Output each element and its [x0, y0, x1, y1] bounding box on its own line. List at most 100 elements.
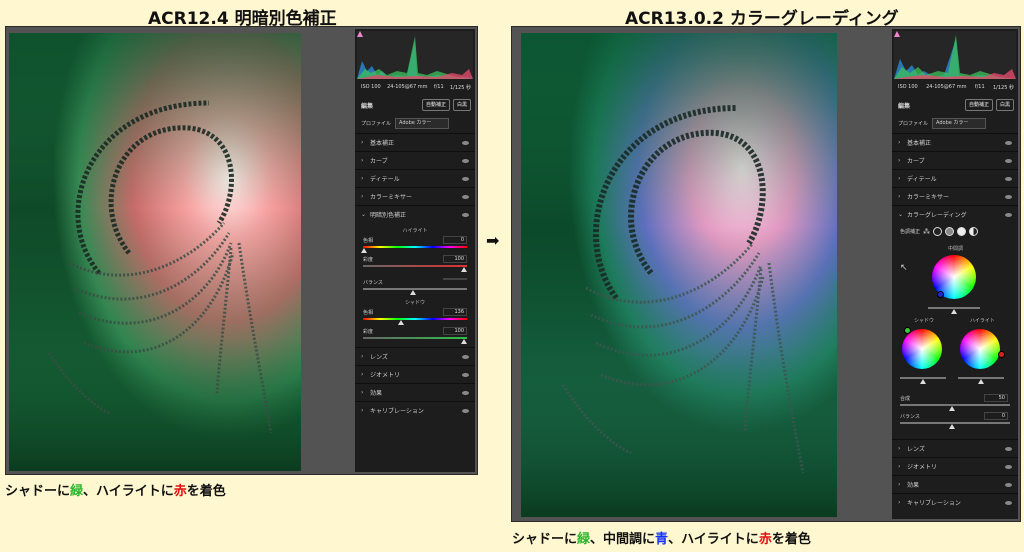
eye-icon[interactable] — [1005, 176, 1012, 181]
right-section-detail[interactable]: › ディテール — [892, 169, 1018, 187]
eye-icon[interactable] — [1005, 140, 1012, 145]
right-section-lens[interactable]: › レンズ — [892, 439, 1018, 457]
left-edit-header: 編集 自動補正 白黒 — [361, 99, 471, 111]
right-section-geometry[interactable]: › ジオメトリ — [892, 457, 1018, 475]
left-sh-sat-label: 彩度 — [363, 329, 374, 335]
highlight-mode-icon[interactable] — [957, 227, 967, 236]
shadow-mode-icon[interactable] — [933, 227, 943, 236]
left-shadow-title: シャドウ — [404, 300, 425, 306]
left-sh-hue-thumb[interactable] — [398, 320, 404, 325]
left-section-split-toning[interactable]: ⌄ 明暗別色補正 — [355, 205, 475, 223]
right-balance-value[interactable]: 0 — [984, 412, 1008, 420]
left-hl-sat-thumb[interactable] — [461, 267, 467, 272]
eye-icon[interactable] — [1005, 500, 1012, 505]
right-edit-panel: ISO 100 24-105@67 mm f/11 1/125 秒 編集 自動補… — [892, 29, 1018, 519]
shadow-color-point[interactable] — [904, 327, 911, 334]
eye-icon[interactable] — [462, 176, 469, 181]
left-section-lens[interactable]: › レンズ — [355, 347, 475, 365]
right-section-effects[interactable]: › 効果 — [892, 475, 1018, 493]
left-section-calibration[interactable]: › キャリブレーション — [355, 401, 475, 419]
left-photo — [9, 33, 301, 471]
left-section-effects[interactable]: › 効果 — [355, 383, 475, 401]
three-way-icon[interactable]: ⁂ — [923, 228, 930, 236]
left-hl-sat-value[interactable]: 100 — [443, 255, 467, 263]
left-profile-select[interactable]: Adobe カラー — [395, 118, 450, 129]
eye-icon[interactable] — [462, 354, 469, 359]
left-hl-sat-label: 彩度 — [363, 257, 374, 263]
left-hl-hue-thumb[interactable] — [361, 248, 367, 253]
left-section-detail[interactable]: › ディテール — [355, 169, 475, 187]
right-mode-row: 色調補正 ⁂ — [900, 227, 979, 236]
eye-icon[interactable] — [462, 372, 469, 377]
left-section-geometry[interactable]: › ジオメトリ — [355, 365, 475, 383]
highlight-lum-thumb[interactable] — [978, 379, 984, 384]
left-hl-hue-slider[interactable] — [363, 246, 467, 248]
cursor-icon: ↖ — [900, 263, 908, 273]
left-balance-thumb[interactable] — [410, 290, 416, 295]
left-section-curve[interactable]: › カーブ — [355, 151, 475, 169]
right-section-calibration[interactable]: › キャリブレーション — [892, 493, 1018, 511]
caption-red-word: 赤 — [173, 484, 187, 499]
highlight-color-point[interactable] — [998, 351, 1005, 358]
left-section-basic[interactable]: › 基本補正 — [355, 133, 475, 151]
eye-icon[interactable] — [462, 212, 469, 217]
shadow-lum-thumb[interactable] — [920, 379, 926, 384]
midtone-color-point[interactable] — [937, 291, 944, 298]
right-edit-header: 編集 自動補正 白黒 — [898, 99, 1014, 111]
right-midtone-label: 中間調 — [948, 246, 964, 252]
right-shadow-label: シャドウ — [914, 318, 935, 324]
right-blend-value[interactable]: 50 — [984, 394, 1008, 402]
eye-icon[interactable] — [462, 158, 469, 163]
left-balance-value[interactable] — [443, 278, 467, 280]
right-mode-label: 色調補正 — [900, 229, 921, 235]
left-hl-hue-value[interactable]: 0 — [443, 236, 467, 244]
right-balance-slider[interactable] — [900, 422, 1010, 424]
right-blend-slider[interactable] — [900, 404, 1010, 406]
eye-icon[interactable] — [1005, 212, 1012, 217]
right-profile-row: プロファイル Adobe カラー — [898, 118, 1014, 129]
highlight-color-wheel[interactable] — [960, 329, 1000, 369]
left-sh-sat-thumb[interactable] — [461, 339, 467, 344]
left-sh-sat-slider[interactable] — [363, 337, 467, 339]
caption-red-word: 赤 — [758, 532, 772, 547]
global-mode-icon[interactable] — [969, 227, 979, 236]
left-histogram — [357, 31, 473, 79]
right-blend-thumb[interactable] — [949, 406, 955, 411]
eye-icon[interactable] — [1005, 194, 1012, 199]
shadow-color-wheel[interactable] — [902, 329, 942, 369]
eye-icon[interactable] — [1005, 446, 1012, 451]
left-auto-button[interactable]: 自動補正 — [421, 99, 450, 111]
left-acr-window: ISO 100 24-105@67 mm f/11 1/125 秒 編集 自動補… — [5, 26, 478, 475]
eye-icon[interactable] — [462, 194, 469, 199]
right-section-basic[interactable]: › 基本補正 — [892, 133, 1018, 151]
eye-icon[interactable] — [462, 408, 469, 413]
chevron-down-icon: ⌄ — [361, 211, 367, 218]
left-sh-hue-slider[interactable] — [363, 318, 467, 320]
left-section-mixer[interactable]: › カラーミキサー — [355, 187, 475, 205]
caption-blue-word: 青 — [655, 532, 669, 547]
left-profile-label: プロファイル — [361, 121, 392, 127]
left-iso: ISO 100 — [361, 84, 381, 90]
midtone-lum-thumb[interactable] — [951, 309, 957, 314]
right-balance-thumb[interactable] — [949, 424, 955, 429]
right-section-curve[interactable]: › カーブ — [892, 151, 1018, 169]
right-section-mixer[interactable]: › カラーミキサー — [892, 187, 1018, 205]
midtone-mode-icon[interactable] — [945, 227, 955, 236]
eye-icon[interactable] — [462, 390, 469, 395]
eye-icon[interactable] — [1005, 464, 1012, 469]
right-bw-button[interactable]: 白黒 — [995, 99, 1014, 111]
eye-icon[interactable] — [462, 140, 469, 145]
left-hl-sat-slider[interactable] — [363, 265, 467, 267]
eye-icon[interactable] — [1005, 482, 1012, 487]
right-profile-select[interactable]: Adobe カラー — [932, 118, 987, 129]
right-color-grading-body: 色調補正 ⁂ 中間調 ↖ シャドウ ハイライト 合成 50 バランス 0 — [892, 225, 1018, 433]
eye-icon[interactable] — [1005, 158, 1012, 163]
right-photo — [521, 33, 837, 517]
left-bw-button[interactable]: 白黒 — [452, 99, 471, 111]
right-auto-button[interactable]: 自動補正 — [964, 99, 993, 111]
left-sh-sat-value[interactable]: 100 — [443, 327, 467, 335]
left-edit-title: 編集 — [361, 102, 374, 110]
left-sh-hue-value[interactable]: 136 — [443, 308, 467, 316]
right-acr-window: ISO 100 24-105@67 mm f/11 1/125 秒 編集 自動補… — [511, 26, 1021, 522]
right-section-color-grading[interactable]: ⌄ カラーグレーディング — [892, 205, 1018, 223]
